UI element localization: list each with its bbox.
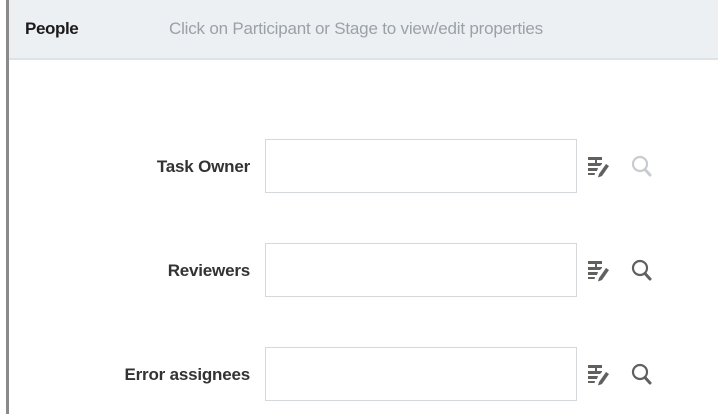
error-assignees-search-button[interactable] — [630, 362, 656, 388]
reviewers-edit-button[interactable] — [586, 258, 612, 284]
task-owner-input[interactable] — [265, 139, 577, 193]
panel-hint: Click on Participant or Stage to view/ed… — [169, 19, 543, 38]
error-assignees-edit-button[interactable] — [586, 362, 612, 388]
task-owner-label: Task Owner — [156, 157, 250, 176]
panel-header: People Click on Participant or Stage to … — [9, 0, 718, 60]
reviewers-row: Reviewers — [9, 243, 718, 299]
error-assignees-input[interactable] — [265, 347, 577, 401]
search-icon — [631, 363, 652, 385]
edit-list-icon — [588, 365, 609, 386]
search-icon — [631, 259, 652, 281]
task-owner-edit-button[interactable] — [586, 154, 612, 180]
reviewers-search-button[interactable] — [630, 258, 656, 284]
reviewers-input[interactable] — [265, 243, 577, 297]
error-assignees-row: Error assignees — [9, 347, 718, 403]
people-panel: People Click on Participant or Stage to … — [0, 0, 718, 414]
reviewers-label: Reviewers — [167, 261, 251, 280]
search-icon — [631, 155, 652, 177]
task-owner-search-button[interactable] — [630, 154, 656, 180]
task-owner-row: Task Owner — [9, 139, 718, 195]
error-assignees-label: Error assignees — [124, 365, 250, 384]
panel-title: People — [25, 19, 79, 38]
edit-list-icon — [588, 261, 609, 282]
edit-list-icon — [588, 157, 609, 178]
